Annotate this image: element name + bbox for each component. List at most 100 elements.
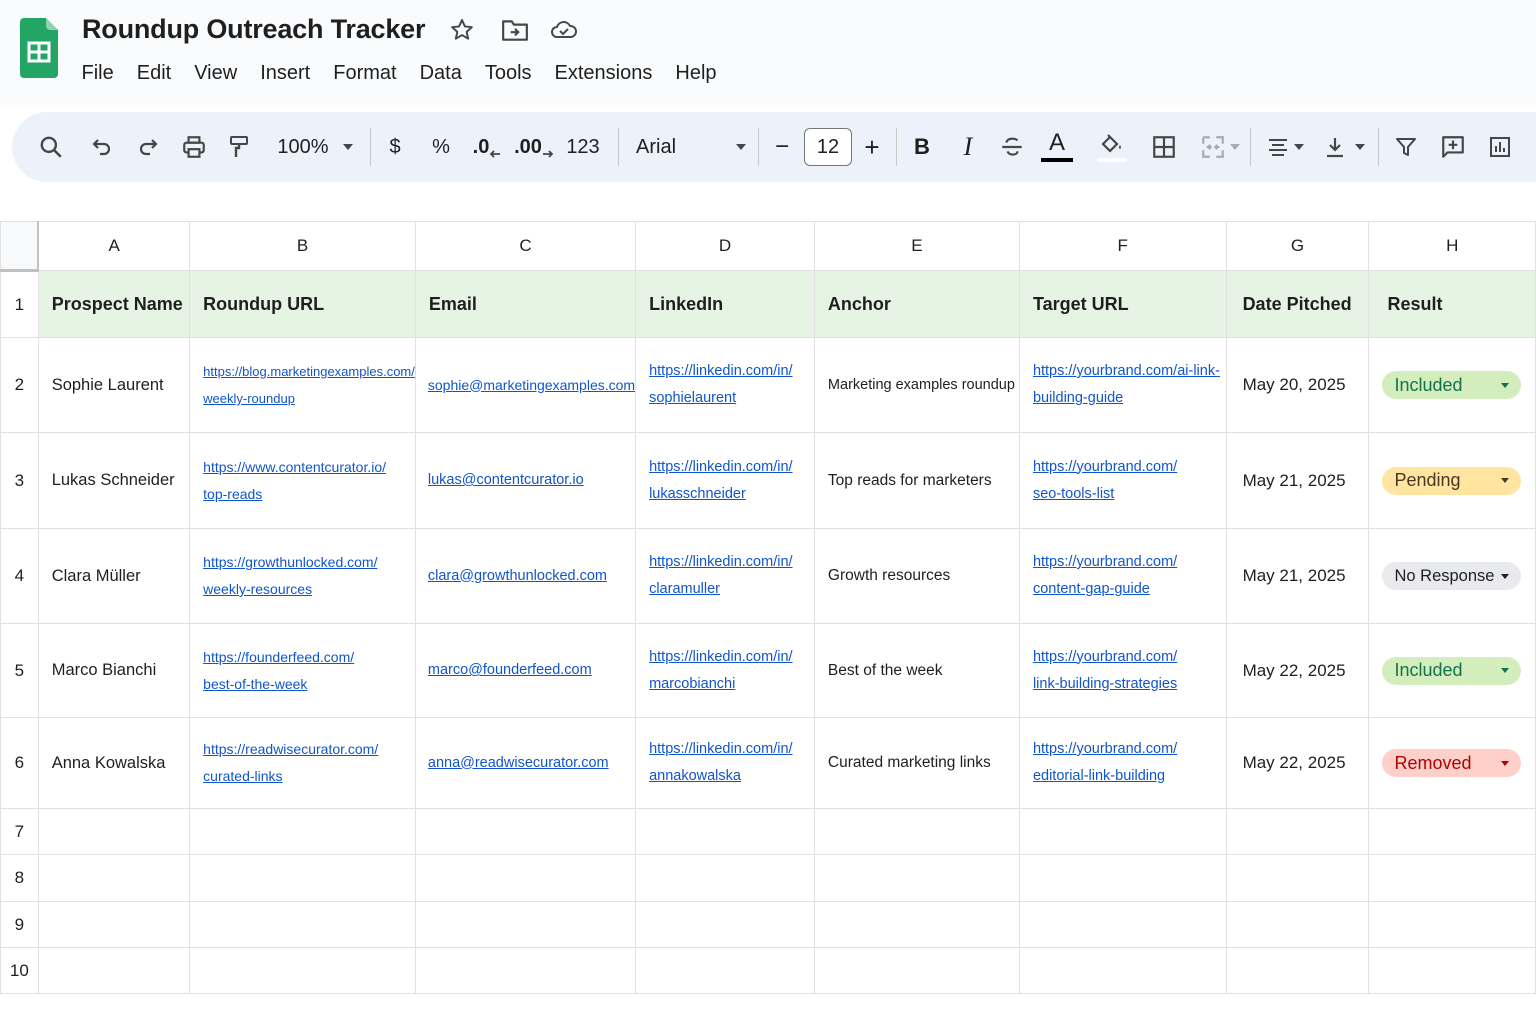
result-dropdown-chip[interactable]: No Response: [1382, 562, 1521, 590]
zoom-select[interactable]: 100%: [270, 112, 360, 182]
email-cell[interactable]: marco@founderfeed.com: [414, 623, 637, 718]
empty-cell[interactable]: [1368, 854, 1536, 902]
borders-icon[interactable]: [1150, 112, 1178, 182]
italic-button[interactable]: I: [956, 112, 980, 182]
anchor-cell[interactable]: Growth resources: [813, 528, 1020, 624]
header-cell[interactable]: Result: [1368, 270, 1536, 338]
insert-chart-icon[interactable]: [1486, 112, 1514, 182]
insert-comment-icon[interactable]: [1438, 112, 1468, 182]
menu-data[interactable]: Data: [408, 60, 473, 92]
header-cell[interactable]: Email: [414, 270, 637, 338]
empty-cell[interactable]: [1018, 901, 1227, 948]
sheets-logo-icon[interactable]: [20, 18, 58, 78]
result-dropdown-chip[interactable]: Included: [1382, 371, 1521, 399]
row-header[interactable]: 6: [0, 717, 39, 809]
email-cell[interactable]: sophie@marketingexamples.com: [414, 337, 637, 433]
target-url-link[interactable]: https://yourbrand.com/link-building-stra…: [1033, 644, 1225, 698]
linkedin-cell[interactable]: https://linkedin.com/in/annakowalska: [635, 717, 815, 809]
decrease-decimal-button[interactable]: .0: [470, 112, 504, 182]
menu-file[interactable]: File: [70, 60, 125, 92]
row-header[interactable]: 5: [0, 623, 39, 718]
date-pitched-cell[interactable]: May 21, 2025: [1225, 528, 1370, 624]
empty-cell[interactable]: [1225, 901, 1370, 948]
roundup-url-link[interactable]: https://www.contentcurator.io/top-reads: [203, 454, 414, 508]
prospect-name-cell[interactable]: Lukas Schneider: [37, 432, 191, 529]
empty-cell[interactable]: [1225, 854, 1370, 902]
email-link[interactable]: lukas@contentcurator.io: [428, 472, 584, 488]
row-header[interactable]: 7: [0, 808, 39, 855]
empty-cell[interactable]: [813, 947, 1020, 994]
target-url-cell[interactable]: https://yourbrand.com/content-gap-guide: [1018, 528, 1227, 624]
result-dropdown-chip[interactable]: Pending: [1382, 466, 1521, 495]
increase-font-size-button[interactable]: +: [860, 112, 884, 182]
prospect-name-cell[interactable]: Anna Kowalska: [37, 717, 191, 809]
menu-insert[interactable]: Insert: [249, 60, 322, 92]
menu-edit[interactable]: Edit: [125, 60, 182, 92]
prospect-name-cell[interactable]: Sophie Laurent: [37, 337, 191, 433]
target-url-cell[interactable]: https://yourbrand.com/ai-link-building-g…: [1018, 337, 1227, 433]
paint-format-icon[interactable]: [225, 112, 253, 182]
font-family-select[interactable]: Arial: [636, 112, 746, 182]
result-dropdown-chip[interactable]: Included: [1382, 656, 1521, 685]
linkedin-link[interactable]: https://linkedin.com/in/claramuller: [649, 549, 813, 603]
percent-format-button[interactable]: %: [428, 112, 454, 182]
currency-format-button[interactable]: $: [382, 112, 408, 182]
linkedin-link[interactable]: https://linkedin.com/in/sophielaurent: [649, 358, 813, 412]
email-link[interactable]: anna@readwisecurator.com: [428, 755, 609, 771]
linkedin-cell[interactable]: https://linkedin.com/in/lukasschneider: [635, 432, 815, 529]
target-url-cell[interactable]: https://yourbrand.com/link-building-stra…: [1018, 623, 1227, 718]
empty-cell[interactable]: [1018, 854, 1227, 902]
cloud-saved-icon[interactable]: [550, 16, 578, 44]
row-header[interactable]: 2: [0, 337, 39, 433]
star-icon[interactable]: [448, 16, 476, 44]
empty-cell[interactable]: [414, 901, 637, 948]
move-folder-icon[interactable]: [501, 16, 529, 44]
prospect-name-cell[interactable]: Clara Müller: [37, 528, 191, 624]
column-header-a[interactable]: A: [37, 221, 191, 271]
bold-button[interactable]: B: [910, 112, 934, 182]
target-url-link[interactable]: https://yourbrand.com/ai-link-building-g…: [1033, 358, 1225, 412]
prospect-name-cell[interactable]: Marco Bianchi: [37, 623, 191, 718]
column-header-g[interactable]: G: [1225, 221, 1370, 271]
strikethrough-icon[interactable]: [998, 112, 1026, 182]
font-size-input[interactable]: 12: [804, 128, 852, 166]
header-cell[interactable]: Target URL: [1018, 270, 1227, 338]
roundup-url-cell[interactable]: https://founderfeed.com/best-of-the-week: [189, 623, 416, 718]
empty-cell[interactable]: [1018, 808, 1227, 855]
anchor-cell[interactable]: Curated marketing links: [813, 717, 1020, 809]
menu-extensions[interactable]: Extensions: [543, 60, 664, 92]
header-cell[interactable]: Date Pitched: [1225, 270, 1370, 338]
target-url-link[interactable]: https://yourbrand.com/editorial-link-bui…: [1033, 736, 1225, 790]
linkedin-link[interactable]: https://linkedin.com/in/marcobianchi: [649, 644, 813, 698]
undo-icon[interactable]: [88, 112, 116, 182]
anchor-cell[interactable]: Marketing examples roundup: [813, 337, 1020, 433]
roundup-url-cell[interactable]: https://www.contentcurator.io/top-reads: [189, 432, 416, 529]
anchor-cell[interactable]: Best of the week: [813, 623, 1020, 718]
decrease-font-size-button[interactable]: −: [770, 112, 794, 182]
target-url-cell[interactable]: https://yourbrand.com/seo-tools-list: [1018, 432, 1227, 529]
roundup-url-cell[interactable]: https://blog.marketingexamples.com/weekl…: [189, 337, 416, 433]
column-header-c[interactable]: C: [414, 221, 637, 271]
empty-cell[interactable]: [635, 808, 815, 855]
roundup-url-link[interactable]: https://readwisecurator.com/curated-link…: [203, 736, 414, 790]
empty-cell[interactable]: [813, 854, 1020, 902]
empty-cell[interactable]: [189, 808, 416, 855]
header-cell[interactable]: LinkedIn: [635, 270, 815, 338]
menu-tools[interactable]: Tools: [473, 60, 543, 92]
roundup-url-cell[interactable]: https://readwisecurator.com/curated-link…: [189, 717, 416, 809]
empty-cell[interactable]: [635, 854, 815, 902]
merge-cells-icon[interactable]: [1196, 112, 1244, 182]
roundup-url-link[interactable]: https://blog.marketingexamples.com/weekl…: [203, 358, 414, 412]
text-color-button[interactable]: A: [1040, 112, 1074, 182]
email-cell[interactable]: lukas@contentcurator.io: [414, 432, 637, 529]
empty-cell[interactable]: [414, 947, 637, 994]
roundup-url-link[interactable]: https://growthunlocked.com/weekly-resour…: [203, 549, 414, 603]
fill-color-button[interactable]: [1090, 112, 1134, 182]
linkedin-cell[interactable]: https://linkedin.com/in/marcobianchi: [635, 623, 815, 718]
menu-format[interactable]: Format: [322, 60, 408, 92]
empty-cell[interactable]: [1368, 947, 1536, 994]
linkedin-link[interactable]: https://linkedin.com/in/annakowalska: [649, 736, 813, 790]
date-pitched-cell[interactable]: May 21, 2025: [1225, 432, 1370, 529]
date-pitched-cell[interactable]: May 22, 2025: [1225, 717, 1370, 809]
target-url-cell[interactable]: https://yourbrand.com/editorial-link-bui…: [1018, 717, 1227, 809]
